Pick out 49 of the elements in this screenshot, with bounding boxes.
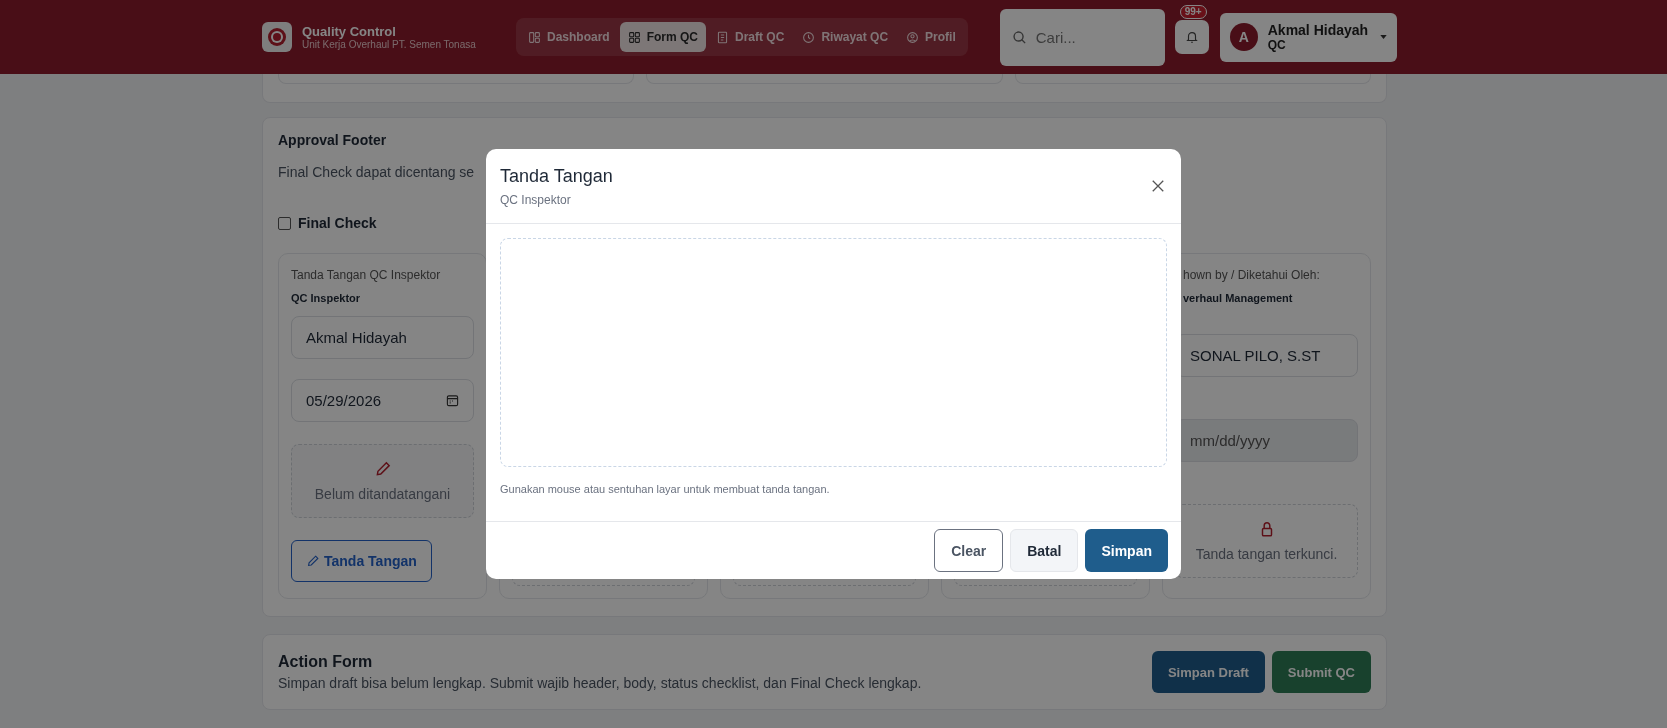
- dialog-hint: Gunakan mouse atau sentuhan layar untuk membuat tanda tangan.: [500, 483, 831, 495]
- section-title: Approval Footer: [278, 132, 388, 148]
- user-name: Akmal Hidayah: [1267, 22, 1369, 38]
- document-icon: [716, 30, 730, 44]
- pencil-icon: [306, 554, 320, 568]
- user-icon: [906, 30, 920, 44]
- notification-button[interactable]: [1174, 20, 1209, 54]
- dialog-button[interactable]: Batal: [1010, 529, 1079, 572]
- calendar-icon: [446, 394, 459, 407]
- user-menu[interactable]: A Akmal Hidayah QC: [1219, 12, 1397, 62]
- nav-tab[interactable]: Draft QC: [708, 22, 793, 52]
- sign-button[interactable]: Tanda Tangan: [291, 540, 432, 582]
- search-icon: [1011, 29, 1027, 45]
- section-title: Action Form: [278, 653, 374, 671]
- signer-role: verhaul Management: [1182, 292, 1294, 304]
- nav-tab[interactable]: Riwayat QC: [794, 22, 897, 52]
- signer-role: QC Inspektor: [291, 292, 362, 304]
- avatar: A: [1229, 23, 1258, 51]
- clock-icon: [802, 30, 816, 44]
- signer-label: hown by / Diketahui Oleh:: [1182, 268, 1321, 282]
- action-button[interactable]: Submit QC: [1271, 651, 1371, 693]
- checkbox-label: Final Check: [298, 215, 377, 231]
- logo-icon: [262, 22, 292, 52]
- search-field[interactable]: Cari...: [999, 8, 1165, 66]
- dialog-button[interactable]: Simpan: [1085, 529, 1168, 572]
- signature-status: Belum ditandatangani: [314, 486, 451, 502]
- section-note: Final Check dapat dicentang se: [278, 164, 475, 180]
- app-title: Quality Control: [302, 24, 397, 39]
- action-button[interactable]: Simpan Draft: [1151, 651, 1265, 693]
- dialog-button[interactable]: Clear: [934, 529, 1004, 572]
- section-description: Simpan draft bisa belum lengkap. Submit wajib header, body, status checklist, dan Final Check lengkap.: [278, 675, 922, 691]
- nav-tab[interactable]: Dashboard: [520, 22, 618, 52]
- nav-tab[interactable]: Form QC: [619, 22, 707, 52]
- grid-icon: [627, 30, 641, 44]
- dialog-subtitle: QC Inspektor: [500, 192, 572, 207]
- name-field[interactable]: Akmal Hidayah: [291, 316, 474, 359]
- app-subtitle: Unit Kerja Overhaul PT. Semen Tonasa: [302, 39, 476, 50]
- notification-badge: 99+: [1179, 5, 1207, 19]
- bell-icon: [1184, 30, 1199, 44]
- date-field[interactable]: 05/29/2026: [291, 379, 474, 422]
- caret-icon: [1379, 35, 1387, 39]
- close-icon[interactable]: [1151, 179, 1165, 193]
- dialog-title: Tanda Tangan: [500, 165, 613, 187]
- layout-icon: [528, 30, 541, 44]
- signer-label: Tanda Tangan QC Inspektor: [291, 268, 442, 282]
- signature-status: Tanda tangan terkunci.: [1195, 546, 1338, 562]
- checkbox[interactable]: [278, 216, 291, 230]
- nav-tab[interactable]: Profil: [898, 22, 964, 52]
- user-role: QC: [1267, 38, 1286, 52]
